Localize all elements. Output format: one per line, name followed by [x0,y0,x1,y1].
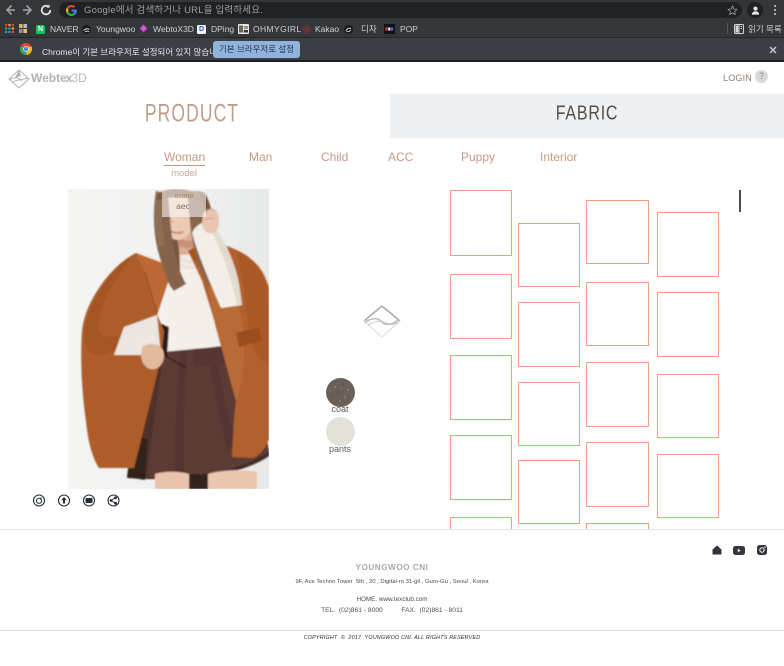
svg-text:aec: aec [176,201,190,211]
svg-text:avatar: avatar [174,193,194,200]
